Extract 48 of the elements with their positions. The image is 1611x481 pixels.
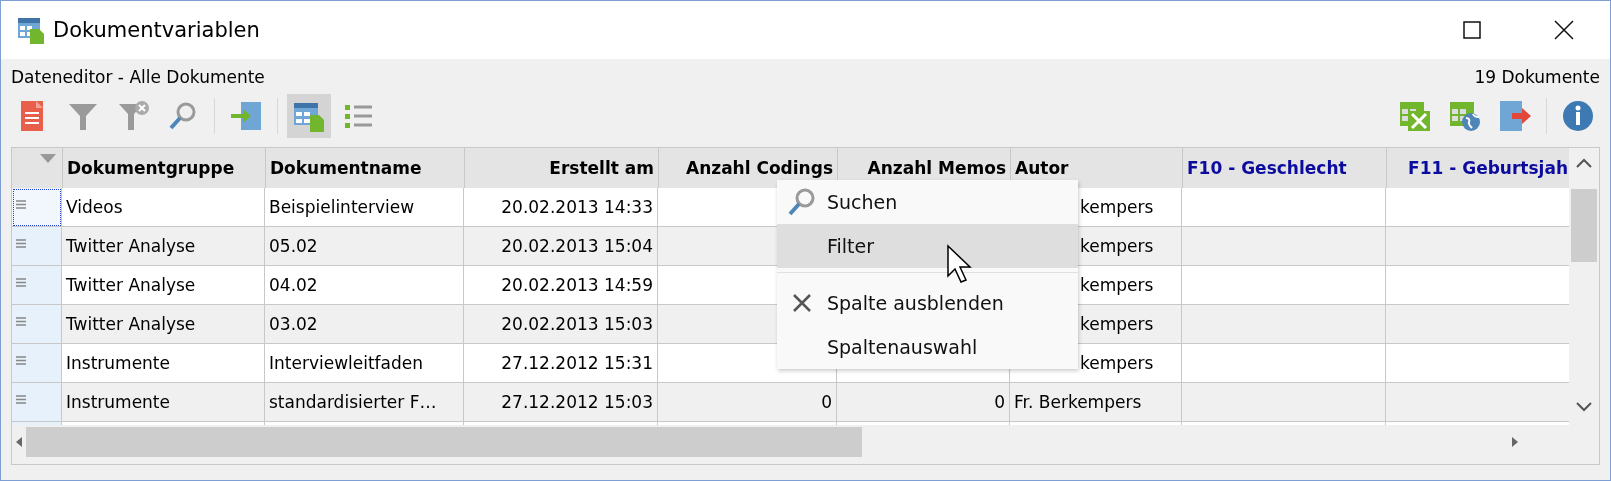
table-cell: Twitter Analyse bbox=[62, 227, 265, 266]
clear-filter-icon bbox=[116, 99, 150, 133]
table-view-button[interactable] bbox=[287, 94, 331, 138]
app-icon bbox=[17, 16, 45, 44]
import-icon bbox=[229, 99, 263, 133]
document-count: 19 Dokumente bbox=[1474, 67, 1600, 87]
table-cell: standardisierter F… bbox=[265, 383, 464, 422]
maximize-icon bbox=[1463, 21, 1481, 39]
scroll-right-icon[interactable] bbox=[1512, 437, 1518, 447]
table-cell: 05.02 bbox=[265, 227, 464, 266]
window-title: Dokumentvariablen bbox=[53, 18, 260, 42]
table-cell: Instrumente bbox=[62, 383, 265, 422]
scrollbar-thumb[interactable] bbox=[1571, 189, 1597, 262]
table-cell: 20.02.2013 15:04 bbox=[464, 227, 658, 266]
info-icon bbox=[1561, 99, 1595, 133]
row-handle-icon bbox=[16, 200, 26, 209]
row-handle-icon bbox=[16, 395, 26, 404]
column-header[interactable]: Dokumentname bbox=[266, 148, 465, 188]
menu-item[interactable]: Filter bbox=[777, 224, 1078, 268]
row-handle-icon bbox=[16, 239, 26, 248]
scroll-up-icon[interactable] bbox=[1576, 158, 1592, 168]
column-header[interactable]: Dokumentgruppe bbox=[63, 148, 266, 188]
excel-export-icon bbox=[1398, 99, 1432, 133]
close-icon bbox=[793, 294, 811, 312]
search-icon bbox=[787, 187, 817, 217]
close-icon bbox=[1554, 20, 1574, 40]
table-cell: 20.02.2013 15:03 bbox=[464, 305, 658, 344]
scrollbar-thumb[interactable] bbox=[26, 427, 862, 457]
web-export-icon bbox=[1448, 99, 1482, 133]
table-cell: 27.12.2012 15:03 bbox=[464, 383, 658, 422]
table-cell: 0 bbox=[837, 383, 1010, 422]
row-header[interactable] bbox=[12, 188, 62, 227]
vertical-scrollbar[interactable] bbox=[1569, 148, 1599, 425]
table-cell: Fr. Berkempers bbox=[1010, 383, 1182, 422]
row-handle-icon bbox=[16, 356, 26, 365]
column-header[interactable]: F10 - Geschlecht bbox=[1183, 148, 1387, 188]
scroll-left-icon[interactable] bbox=[16, 437, 22, 447]
export-icon bbox=[1498, 99, 1532, 133]
table-cell: 0 bbox=[658, 383, 837, 422]
cursor-icon bbox=[946, 244, 974, 286]
scroll-down-icon[interactable] bbox=[1576, 402, 1592, 412]
row-handle-icon bbox=[16, 278, 26, 287]
column-header[interactable]: Erstellt am bbox=[465, 148, 659, 188]
row-handle-icon bbox=[16, 317, 26, 326]
dropdown-icon[interactable] bbox=[40, 154, 56, 163]
editor-title: Dateneditor - Alle Dokumente bbox=[11, 67, 265, 87]
table-cell: 03.02 bbox=[265, 305, 464, 344]
table-cell: Twitter Analyse bbox=[62, 305, 265, 344]
